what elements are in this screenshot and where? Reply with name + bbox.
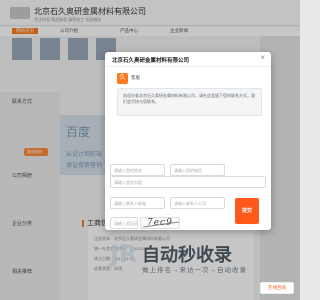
sender-name: 客服 bbox=[131, 75, 140, 80]
watermark: JR 自动秒收录 做上排名→来访一次→自动收录 bbox=[110, 240, 300, 280]
welcome-message: 欢迎光临北京石久奥研金属材料有限公司，请在这里留下您的联系方式，我们会尽快与您联… bbox=[117, 88, 262, 116]
watermark-logo: JR bbox=[110, 240, 138, 268]
modal-title: 北京石久奥研金属材料有限公司 bbox=[112, 58, 190, 64]
watermark-subtext: 做上排名→来访一次→自动收录 bbox=[142, 267, 247, 274]
message-field[interactable]: 请输入留言内容 bbox=[110, 176, 266, 188]
name-field[interactable]: 请输入您的姓名 bbox=[110, 164, 165, 176]
email-field[interactable]: 请输入联系人邮箱 bbox=[110, 197, 165, 209]
chat-area bbox=[105, 120, 271, 170]
company-field[interactable]: 请输入联系人公司 bbox=[170, 197, 225, 209]
phone-field[interactable]: 请输入您的电话 bbox=[170, 164, 225, 176]
submit-button[interactable]: 提交 bbox=[235, 198, 259, 224]
divider bbox=[105, 66, 271, 67]
close-icon[interactable]: × bbox=[260, 54, 265, 62]
online-consult-button[interactable]: 在线咨询 bbox=[260, 282, 294, 294]
captcha-code: 7ec9 bbox=[147, 218, 173, 228]
captcha-image[interactable]: 7ec9 bbox=[140, 217, 180, 229]
avatar: 久 bbox=[117, 73, 128, 84]
captcha-input[interactable]: 请输入验证码 bbox=[110, 217, 138, 229]
